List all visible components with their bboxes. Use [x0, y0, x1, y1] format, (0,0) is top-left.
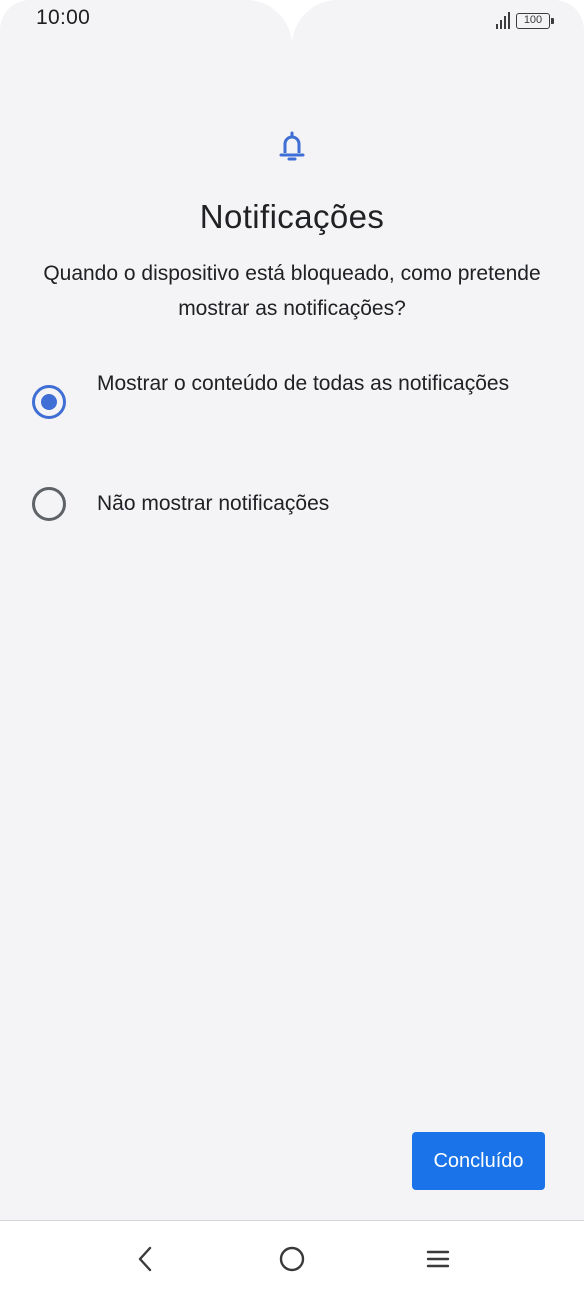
navigation-bar: [0, 1220, 584, 1297]
option-hide-notifications[interactable]: Não mostrar notificações: [0, 482, 584, 526]
done-button[interactable]: Concluído: [412, 1132, 545, 1190]
status-time: 10:00: [36, 6, 91, 29]
option-show-all-content[interactable]: Mostrar o conteúdo de todas as notificaç…: [0, 364, 584, 440]
battery-icon: 100: [516, 13, 554, 29]
radio-button-selected[interactable]: [32, 385, 66, 419]
bell-icon: [279, 131, 305, 161]
back-button[interactable]: [126, 1241, 166, 1277]
status-bar: 10:00 100: [0, 0, 584, 60]
page-subtitle: Quando o dispositivo está bloqueado, com…: [43, 262, 541, 320]
option-label: Não mostrar notificações: [97, 492, 330, 515]
radio-button-unselected[interactable]: [32, 487, 66, 521]
page-title: Notificações: [199, 198, 385, 235]
status-icons: 100: [496, 9, 554, 29]
menu-button[interactable]: [418, 1241, 458, 1277]
setup-screen: 10:00 100 Notificações Quando o disposit…: [0, 0, 584, 1297]
signal-bars-icon: [496, 11, 510, 29]
menu-lines-icon: [426, 1250, 450, 1268]
home-button[interactable]: [272, 1241, 312, 1277]
option-label: Mostrar o conteúdo de todas as notificaç…: [97, 372, 510, 395]
back-chevron-icon: [138, 1246, 152, 1272]
home-circle-icon: [279, 1246, 305, 1272]
battery-level: 100: [523, 14, 543, 26]
